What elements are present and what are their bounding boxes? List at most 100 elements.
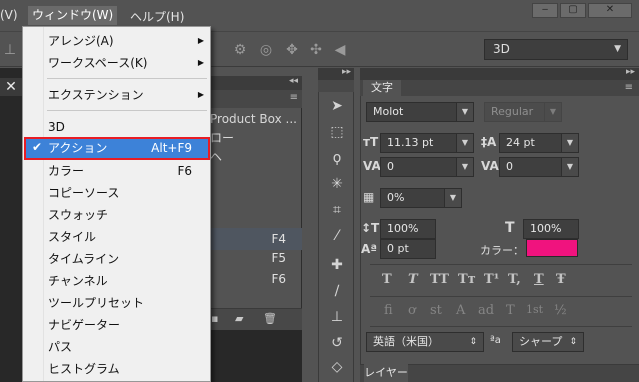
- move-tool-icon[interactable]: ➤: [327, 97, 347, 115]
- chevron-down-icon[interactable]: ▼: [561, 133, 579, 153]
- discretionary-ligatures-button[interactable]: st: [430, 303, 442, 318]
- faux-bold-button[interactable]: T: [382, 272, 392, 287]
- chevron-down-icon[interactable]: ▼: [561, 157, 579, 177]
- strikethrough-button[interactable]: Ŧ: [556, 272, 566, 287]
- tab-character[interactable]: 文字: [363, 80, 401, 96]
- menu-item-channels[interactable]: チャンネル: [24, 270, 210, 292]
- menu-item-histogram[interactable]: ヒストグラム: [24, 358, 210, 380]
- language-select[interactable]: 英語（米国） ⇕: [366, 332, 484, 352]
- action-row[interactable]: F6: [210, 268, 302, 290]
- divider: [370, 264, 632, 265]
- chevron-down-icon[interactable]: ▼: [456, 133, 474, 153]
- panel-menu-icon[interactable]: ≡: [290, 92, 298, 103]
- menu-item-color[interactable]: カラー F6: [24, 160, 210, 182]
- tab-layers[interactable]: レイヤー: [364, 364, 408, 382]
- tsume-icon: ▦: [363, 190, 375, 204]
- menu-item-navigator[interactable]: ナビゲーター: [24, 314, 210, 336]
- slide-3d-icon[interactable]: ✣: [308, 42, 324, 58]
- menu-item-timeline[interactable]: タイムライン: [24, 248, 210, 270]
- eraser-tool-icon[interactable]: ◇: [327, 358, 347, 376]
- window-menu-dropdown: アレンジ(A) ▶ ワークスペース(K) ▶ エクステンション ▶ 3D ✔ ア…: [22, 26, 211, 382]
- leading-field[interactable]: 24 pt: [499, 133, 563, 153]
- tsume-field[interactable]: 0%: [380, 188, 446, 208]
- healing-brush-tool-icon[interactable]: ✚: [327, 256, 347, 274]
- chevron-updown-icon: ⇕: [469, 337, 477, 347]
- text-color-swatch[interactable]: [526, 239, 578, 257]
- tracking-field[interactable]: 0: [499, 157, 563, 177]
- swash-button[interactable]: A: [456, 303, 465, 318]
- panel-menu-icon[interactable]: ≡: [625, 82, 633, 93]
- chevron-down-icon[interactable]: ▼: [544, 102, 562, 122]
- tools-grip[interactable]: [318, 80, 354, 92]
- marquee-tool-icon[interactable]: ⬚: [327, 123, 347, 141]
- magic-wand-tool-icon[interactable]: ✳: [327, 175, 347, 193]
- menu-item-actions[interactable]: ✔ アクション Alt+F9: [24, 137, 210, 160]
- menu-help[interactable]: ヘルプ(H): [130, 8, 184, 25]
- menu-item-workspace[interactable]: ワークスペース(K) ▶: [24, 52, 210, 74]
- submenu-arrow-icon: ▶: [197, 58, 204, 67]
- chevron-down-icon[interactable]: ▼: [456, 102, 474, 122]
- brush-tool-icon[interactable]: ∕: [327, 282, 347, 300]
- collapse-icon[interactable]: ▸▸: [626, 67, 635, 77]
- collapse-icon[interactable]: ◂◂: [289, 76, 298, 86]
- titling-alternates-button[interactable]: T: [506, 303, 515, 318]
- standard-ligatures-button[interactable]: fi: [384, 303, 393, 318]
- maximize-button[interactable]: ▢: [560, 3, 586, 18]
- pan-3d-icon[interactable]: ✥: [284, 42, 300, 58]
- all-caps-button[interactable]: TT: [430, 272, 449, 287]
- menu-item-styles[interactable]: スタイル: [24, 226, 210, 248]
- menu-item-paths[interactable]: パス: [24, 336, 210, 358]
- underline-button[interactable]: T: [534, 272, 544, 287]
- action-row[interactable]: F5: [210, 247, 302, 269]
- new-set-icon[interactable]: ▰: [235, 312, 243, 325]
- orbit-3d-icon[interactable]: ⚙: [232, 42, 248, 58]
- minimize-button[interactable]: ‒: [532, 3, 558, 18]
- small-caps-button[interactable]: Tт: [458, 272, 476, 287]
- chevron-down-icon[interactable]: ▼: [444, 188, 462, 208]
- actions-panel-footer: ▪ ▰ 🗑: [205, 308, 302, 330]
- horizontal-scale-field[interactable]: 100%: [523, 219, 579, 239]
- menu-item-extensions[interactable]: エクステンション ▶: [24, 84, 210, 106]
- collapse-icon[interactable]: ▸▸: [342, 67, 351, 77]
- font-size-icon: ᴛT: [363, 135, 379, 149]
- stylistic-alternates-button[interactable]: ad: [478, 303, 494, 318]
- stamp-tool-icon[interactable]: ⊥: [327, 308, 347, 326]
- menu-item-arrange[interactable]: アレンジ(A) ▶: [24, 30, 210, 52]
- lasso-tool-icon[interactable]: ϙ: [327, 149, 347, 167]
- history-brush-tool-icon[interactable]: ↺: [327, 334, 347, 352]
- menu-item-tool-presets[interactable]: ツールプリセット: [24, 292, 210, 314]
- close-window-button[interactable]: ✕: [588, 3, 632, 18]
- chevron-down-icon[interactable]: ▼: [456, 157, 474, 177]
- vertical-scale-field[interactable]: 100%: [380, 219, 436, 239]
- fractions-button[interactable]: ½: [554, 303, 567, 318]
- menu-item-clone-source[interactable]: コピーソース: [24, 182, 210, 204]
- baseline-shift-field[interactable]: 0 pt: [380, 239, 436, 259]
- ordinals-button[interactable]: 1st: [526, 303, 543, 316]
- play-icon[interactable]: ▪: [211, 312, 218, 325]
- contextual-alternates-button[interactable]: ơ: [408, 303, 416, 318]
- crop-tool-icon[interactable]: ⌗: [327, 201, 347, 219]
- menu-view[interactable]: (V): [0, 8, 18, 22]
- antialias-select[interactable]: シャープ ⇕: [512, 332, 584, 352]
- antialias-icon: ªa: [490, 335, 501, 346]
- camera-3d-icon[interactable]: ◀: [332, 42, 348, 58]
- action-row[interactable]: ヘ: [210, 146, 302, 168]
- menu-window[interactable]: ウィンドウ(W): [28, 6, 118, 25]
- roll-3d-icon[interactable]: ◎: [258, 42, 274, 58]
- font-family-select[interactable]: Molot: [366, 102, 458, 122]
- menu-item-3d[interactable]: 3D: [24, 116, 210, 138]
- close-icon[interactable]: ✕: [0, 78, 22, 96]
- font-size-field[interactable]: 11.13 pt: [380, 133, 458, 153]
- eyedropper-tool-icon[interactable]: ⁄: [327, 227, 347, 245]
- trash-icon[interactable]: 🗑: [263, 312, 277, 325]
- faux-italic-button[interactable]: T: [408, 272, 418, 287]
- subscript-button[interactable]: T,: [508, 272, 521, 287]
- kerning-field[interactable]: 0: [380, 157, 458, 177]
- align-icon[interactable]: ⊥: [2, 42, 18, 58]
- language-value: 英語（米国）: [373, 335, 439, 348]
- superscript-button[interactable]: T¹: [484, 272, 499, 287]
- menu-item-swatches[interactable]: スウォッチ: [24, 204, 210, 226]
- font-style-select[interactable]: Regular: [484, 102, 546, 122]
- mode-select[interactable]: 3D ▼: [484, 39, 628, 60]
- vertical-scale-icon: ↕T: [361, 221, 380, 235]
